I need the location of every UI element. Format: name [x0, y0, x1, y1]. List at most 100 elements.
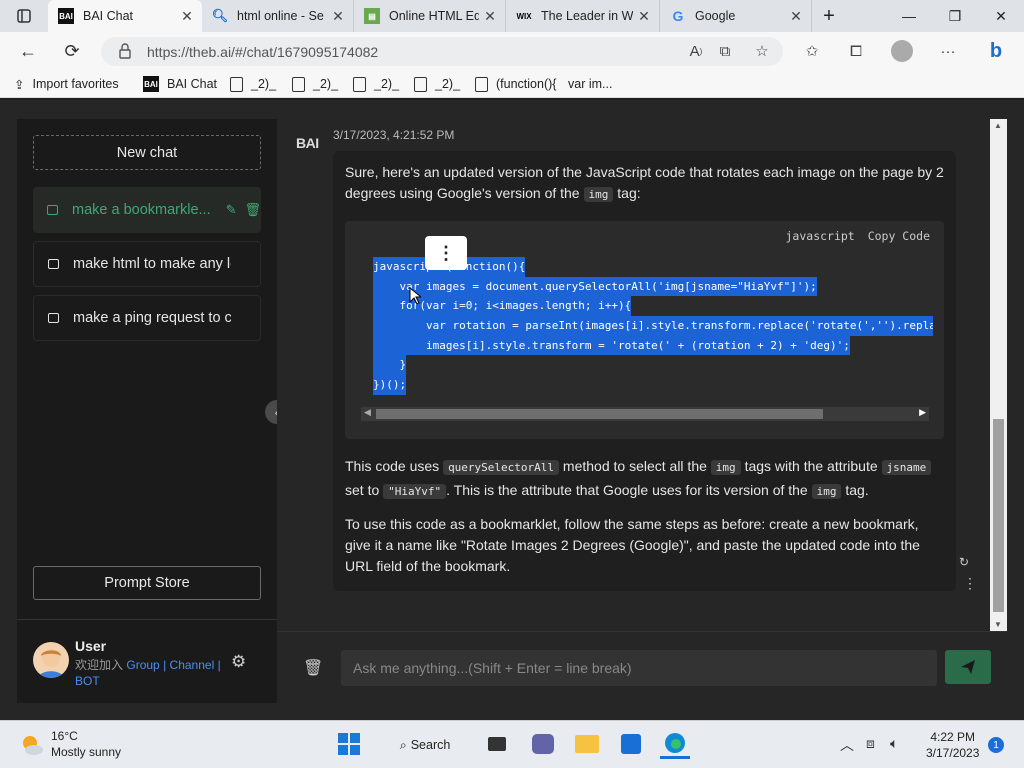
close-tab-icon[interactable]: ✕ — [180, 8, 194, 25]
settings-more-icon[interactable]: ··· — [932, 32, 964, 70]
bookmarks-bar: ⇪ Import favorites BAI BAI Chat _2)_ _2)_ … — [0, 70, 1024, 98]
edge-button[interactable] — [660, 729, 690, 759]
bookmark-label: _2)_ — [313, 77, 339, 91]
refresh-button[interactable]: ⟳ — [56, 32, 88, 70]
chat-item-html-letters[interactable]: make html to make any let... — [33, 241, 261, 287]
bookmark-import-favorites[interactable]: ⇪ Import favorites — [14, 70, 119, 98]
bookmark-item[interactable]: var im... — [568, 70, 612, 98]
code-line: images[i].style.transform = 'rotate(' + … — [373, 335, 933, 356]
clear-chat-icon[interactable]: 🗑︎ — [303, 658, 323, 678]
close-tab-icon[interactable]: ✕ — [331, 8, 345, 25]
bookmark-item[interactable]: _2)_ — [230, 70, 276, 98]
favorites-icon[interactable]: ✩ — [796, 32, 828, 70]
search-label: Search — [410, 738, 451, 752]
new-chat-button[interactable]: New chat — [33, 135, 261, 170]
task-view-button[interactable] — [482, 729, 512, 759]
add-favorite-icon[interactable]: ☆ — [746, 32, 778, 70]
back-button[interactable]: ← — [12, 32, 44, 70]
network-icon[interactable]: ⧈ — [866, 735, 875, 752]
message-timestamp: 3/17/2023, 4:21:52 PM — [333, 128, 455, 142]
copy-code-button[interactable]: Copy Code — [868, 229, 930, 243]
separator: | — [217, 658, 221, 672]
new-tab-button[interactable]: + — [812, 0, 846, 32]
vertical-scrollbar[interactable]: ▲ ▼ — [990, 119, 1007, 631]
delete-icon[interactable]: 🗑︎ — [244, 202, 261, 218]
bookmark-item[interactable]: _2)_ — [292, 70, 338, 98]
search-icon: ⌕ — [399, 737, 407, 752]
send-button[interactable] — [945, 650, 991, 684]
scrollbar-thumb[interactable] — [376, 409, 823, 419]
bai-icon: BAI — [143, 76, 159, 92]
taskbar-search[interactable]: ⌕ Search — [386, 729, 464, 761]
chat-icon — [532, 734, 554, 754]
show-hidden-icons[interactable]: ︿ — [840, 735, 854, 755]
app-available-icon[interactable]: ⧉ — [709, 32, 741, 70]
minimize-button[interactable]: — — [886, 0, 932, 32]
chat-bubble-icon — [48, 259, 59, 269]
restore-button[interactable]: ❐ — [932, 0, 978, 32]
separator: | — [163, 658, 167, 672]
teams-chat-button[interactable] — [528, 729, 558, 759]
wix-icon: WIX — [516, 11, 532, 21]
scroll-right-icon[interactable]: ▶ — [919, 407, 926, 418]
close-tab-icon[interactable]: ✕ — [789, 8, 803, 25]
close-tab-icon[interactable]: ✕ — [637, 8, 651, 25]
collections-icon[interactable]: ⧠ — [840, 32, 872, 70]
bookmark-item[interactable]: (function(){ — [475, 70, 556, 98]
tab-actions-icon — [17, 9, 31, 23]
group-link[interactable]: Group — [126, 658, 159, 672]
bot-link[interactable]: BOT — [75, 674, 100, 688]
chat-item-label: make a bookmarkle... — [72, 202, 211, 218]
bookmark-item[interactable]: _2)_ — [414, 70, 460, 98]
notification-badge[interactable]: 1 — [988, 737, 1004, 753]
scroll-down-icon[interactable]: ▼ — [994, 620, 1002, 629]
code-header: javascript Copy Code — [786, 229, 931, 243]
tab-online-html-editor[interactable]: ▤ Online HTML Ed ✕ — [354, 0, 506, 32]
chat-sidebar: New chat make a bookmarkle... ✎ 🗑︎ make … — [17, 119, 277, 703]
taskbar-clock[interactable]: 4:22 PM 3/17/2023 — [926, 729, 979, 761]
text: . This is the attribute that Google uses… — [446, 482, 808, 498]
scroll-up-icon[interactable]: ▲ — [994, 121, 1002, 130]
scrollbar-thumb[interactable] — [993, 419, 1004, 612]
volume-icon[interactable]: 🔈︎ — [890, 735, 898, 752]
more-options-icon[interactable]: ⋮ — [963, 575, 977, 592]
channel-link[interactable]: Channel — [170, 658, 215, 672]
page-icon — [292, 76, 305, 92]
tab-bai-chat[interactable]: BAI BAI Chat ✕ — [48, 0, 202, 32]
bookmark-item[interactable]: _2)_ — [353, 70, 399, 98]
code-line: } — [373, 355, 933, 376]
close-tab-icon[interactable]: ✕ — [483, 8, 497, 25]
prompt-store-button[interactable]: Prompt Store — [33, 566, 261, 600]
profile-icon[interactable] — [886, 32, 918, 70]
text: tag. — [845, 482, 869, 498]
mouse-cursor-icon — [409, 287, 421, 305]
message-menu-button[interactable]: ⋮ — [425, 236, 467, 270]
edit-icon[interactable]: ✎ — [226, 202, 237, 218]
horizontal-scrollbar[interactable]: ◀ ▶ — [361, 407, 929, 421]
bookmark-bai-chat[interactable]: BAI BAI Chat — [143, 70, 217, 98]
tab-html-online[interactable]: 🔍︎ html online - Se ✕ — [202, 0, 354, 32]
scroll-left-icon[interactable]: ◀ — [364, 407, 371, 418]
join-text: 欢迎加入 — [75, 658, 124, 672]
store-button[interactable] — [616, 729, 646, 759]
user-panel: User 欢迎加入 Group | Channel | BOT ⚙ — [17, 619, 277, 703]
clock-time: 4:22 PM — [930, 730, 976, 744]
bing-chat-icon[interactable]: b — [980, 32, 1012, 70]
chat-item-bookmarklet[interactable]: make a bookmarkle... ✎ 🗑︎ — [33, 187, 261, 233]
read-aloud-icon[interactable]: A) — [680, 32, 712, 70]
chat-item-label: make html to make any let... — [73, 256, 231, 272]
tab-google[interactable]: G Google ✕ — [660, 0, 812, 32]
chat-input[interactable]: Ask me anything...(Shift + Enter = line … — [341, 650, 937, 686]
chat-item-ping-request[interactable]: make a ping request to ch... — [33, 295, 261, 341]
code-content[interactable]: javascript:(function(){ var images = doc… — [373, 257, 933, 397]
tab-actions-button[interactable] — [0, 0, 48, 32]
search-icon: 🔍︎ — [211, 8, 229, 23]
tab-wix[interactable]: WIX The Leader in W ✕ — [506, 0, 660, 32]
gear-icon[interactable]: ⚙ — [231, 652, 246, 672]
file-explorer-button[interactable] — [572, 729, 602, 759]
start-button[interactable] — [334, 729, 364, 759]
page-icon — [353, 76, 366, 92]
regenerate-icon[interactable]: ↻ — [959, 555, 969, 569]
chat-area: BAI 3/17/2023, 4:21:52 PM Sure, here's a… — [277, 119, 990, 703]
close-window-button[interactable]: ✕ — [978, 0, 1024, 32]
